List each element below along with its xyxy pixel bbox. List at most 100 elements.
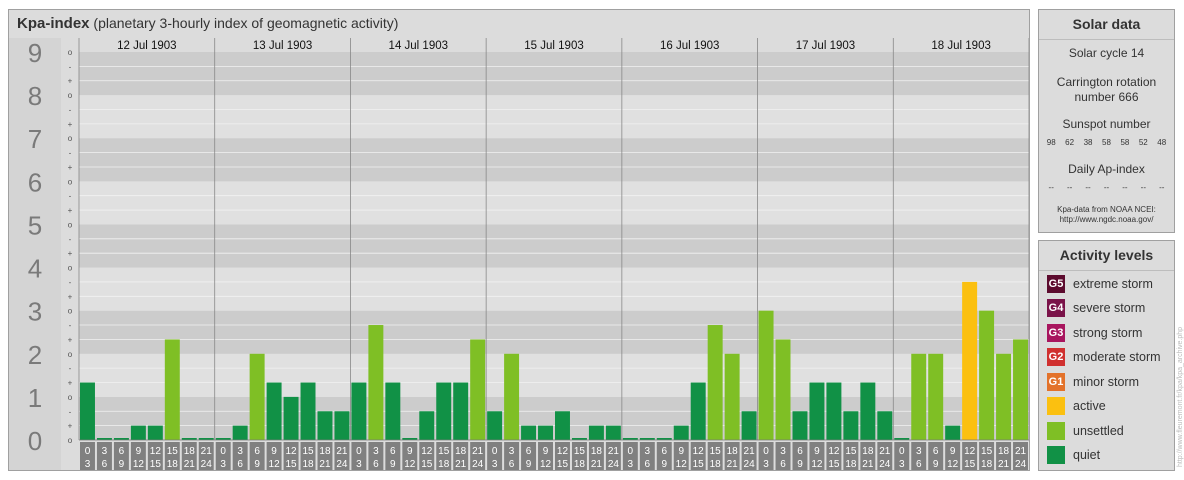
sunspot-value: 38: [1083, 138, 1093, 147]
kp-band: [79, 138, 1029, 182]
hour-end-label: 6: [780, 459, 786, 470]
hour-end-label: 9: [254, 459, 260, 470]
hour-start-label: 15: [574, 446, 586, 457]
chart-subtitle: (planetary 3-hourly index of geomagnetic…: [93, 15, 399, 31]
hour-start-label: 6: [797, 446, 803, 457]
hour-end-label: 21: [998, 459, 1010, 470]
kp-bar: [385, 382, 401, 440]
kp-bar: [538, 425, 553, 440]
hour-end-label: 12: [676, 459, 688, 470]
kpa-chart: 12 Jul 1903 13 Jul 1903 14 Jul 1903 15 Jul …: [9, 38, 1029, 470]
y-tick-label: 0: [28, 426, 42, 456]
hour-start-label: 6: [254, 446, 260, 457]
sunspot-value: 48: [1157, 138, 1167, 147]
kp-bar: [945, 425, 961, 440]
level-swatch: [1047, 446, 1065, 464]
hour-start-label: 0: [899, 446, 905, 457]
ap-label: Daily Ap-index: [1068, 162, 1145, 176]
kp-bar: [673, 425, 689, 440]
hour-end-label: 15: [285, 459, 297, 470]
activity-levels-panel: Activity levels G5 extreme storm G4 seve…: [1038, 240, 1175, 471]
hour-start-label: 3: [237, 446, 243, 457]
y-tick-label: 9: [28, 38, 42, 68]
kp-bar: [826, 382, 842, 440]
hour-start-label: 18: [998, 446, 1010, 457]
solar-data-panel: Solar data Solar cycle 14 Carrington rot…: [1038, 9, 1175, 233]
ap-value: --: [1048, 183, 1054, 192]
hour-start-label: 15: [302, 446, 314, 457]
ap-value: --: [1066, 183, 1073, 192]
hour-start-label: 12: [557, 446, 569, 457]
level-swatch: G1: [1047, 373, 1065, 391]
hour-start-label: 18: [591, 446, 603, 457]
minor-tick-label: +: [68, 422, 73, 431]
kp-bar: [130, 425, 146, 440]
hour-end-label: 6: [373, 459, 379, 470]
minor-tick-label: o: [68, 177, 73, 186]
hour-end-label: 12: [404, 459, 416, 470]
sunspot-value: 52: [1138, 138, 1148, 147]
day-label: 17 Jul 1903: [796, 40, 855, 52]
hour-end-label: 9: [933, 459, 939, 470]
hour-start-label: 18: [727, 446, 739, 457]
y-tick-label: 1: [28, 383, 42, 413]
level-swatch: G2: [1047, 348, 1065, 366]
hour-end-label: 3: [899, 459, 905, 470]
hour-start-label: 18: [862, 446, 874, 457]
hour-start-label: 3: [102, 446, 108, 457]
y-tick-label: 3: [28, 297, 42, 327]
level-swatch: G5: [1047, 275, 1065, 293]
hour-end-label: 3: [356, 459, 362, 470]
hour-end-label: 18: [981, 459, 993, 470]
hour-start-label: 12: [150, 446, 162, 457]
hour-end-label: 9: [797, 459, 803, 470]
hour-start-label: 6: [933, 446, 939, 457]
kp-bar: [504, 353, 520, 440]
level-strong-storm: G3 strong storm: [1047, 323, 1142, 343]
minor-tick-label: o: [68, 134, 73, 143]
minor-tick-label: o: [68, 350, 73, 359]
hour-start-label: 6: [661, 446, 667, 457]
hour-end-label: 24: [879, 459, 891, 470]
kp-band: [79, 310, 1029, 354]
hour-start-label: 21: [608, 446, 620, 457]
minor-tick-label: o: [68, 264, 73, 273]
hour-end-label: 6: [916, 459, 922, 470]
hour-end-label: 21: [862, 459, 874, 470]
hour-start-label: 18: [184, 446, 196, 457]
level-moderate-storm: G2 moderate storm: [1047, 347, 1161, 367]
minor-tick-label: -: [69, 321, 72, 330]
level-extreme-storm: G5 extreme storm: [1047, 274, 1153, 294]
kp-bar: [300, 382, 316, 440]
hour-end-label: 12: [133, 459, 145, 470]
hour-start-label: 3: [509, 446, 515, 457]
hour-end-label: 21: [591, 459, 603, 470]
carrington-line-2: number 666: [1074, 90, 1139, 104]
kp-bar: [521, 425, 537, 440]
hour-start-label: 9: [678, 446, 684, 457]
kp-bar: [843, 411, 859, 440]
hour-start-label: 9: [950, 446, 956, 457]
hour-start-label: 21: [744, 446, 756, 457]
y-tick-label: 6: [28, 167, 42, 197]
hour-end-label: 24: [744, 459, 756, 470]
minor-tick-label: -: [69, 105, 72, 114]
hour-start-label: 9: [407, 446, 413, 457]
y-tick-label: 7: [28, 124, 42, 154]
kp-bar: [368, 325, 384, 440]
hour-end-label: 21: [455, 459, 467, 470]
hour-start-label: 6: [119, 446, 125, 457]
kp-bar: [334, 411, 350, 440]
watermark: http://www.fleuremont.fr/kpa/kpa_archive…: [1177, 327, 1184, 467]
hour-end-label: 6: [102, 459, 108, 470]
minor-tick-label: -: [69, 62, 72, 71]
y-tick-label: 8: [28, 81, 42, 111]
data-source-link[interactable]: http://www.ngdc.noaa.gov/: [1039, 215, 1174, 225]
hour-end-label: 21: [184, 459, 196, 470]
level-label: minor storm: [1073, 375, 1139, 389]
hour-start-label: 9: [271, 446, 277, 457]
hour-end-label: 15: [828, 459, 840, 470]
day-label: 12 Jul 1903: [117, 40, 176, 52]
solar-data-header: Solar data: [1039, 10, 1174, 40]
kp-band: [79, 267, 1029, 311]
